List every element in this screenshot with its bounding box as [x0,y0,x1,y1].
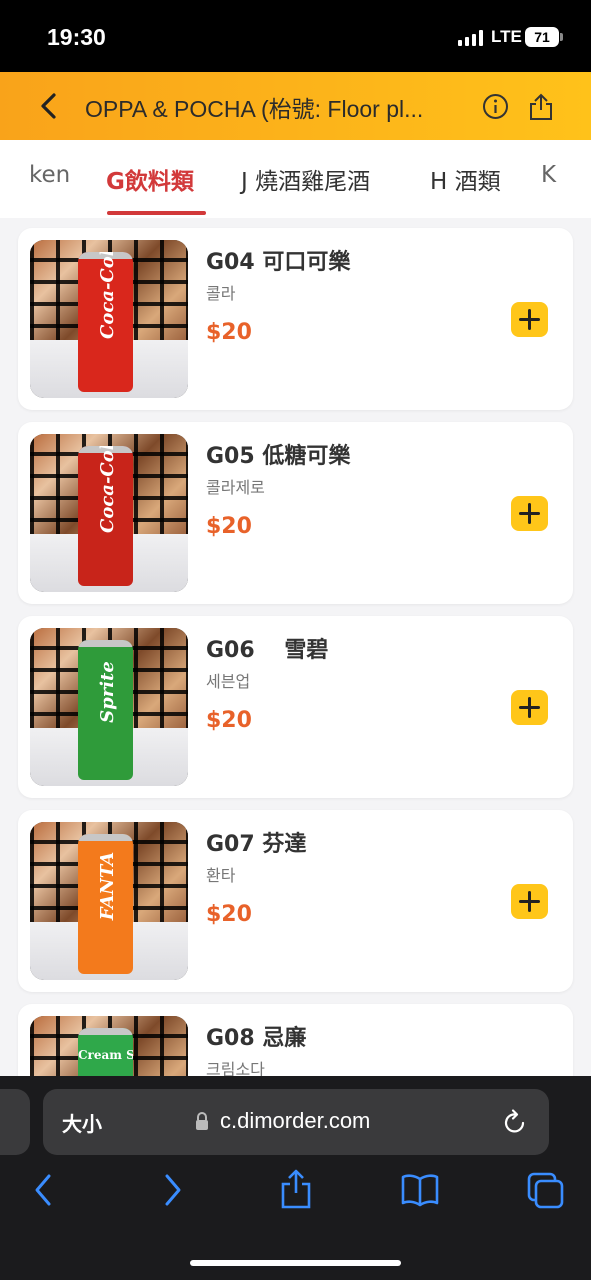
add-button[interactable] [511,884,548,919]
item-subtitle: 콜라 [206,284,236,303]
item-image: FANTA [30,822,188,980]
item-price: $20 [206,514,252,539]
item-subtitle: 환타 [206,866,236,885]
previous-tab-preview[interactable] [0,1089,30,1155]
address-bar[interactable]: 大小 c.dimorder.com [43,1089,549,1155]
can-image: Coca-Cola [78,252,133,392]
tab-alcohol[interactable]: H 酒類 [430,162,501,196]
lock-icon [196,1112,208,1130]
network-label: LTE [491,27,522,46]
add-button[interactable] [511,302,548,337]
item-image: Sprite [30,628,188,786]
item-image: Coca-Cola [30,434,188,592]
can-image: Cream Soda [78,1028,133,1076]
tab-drinks[interactable]: G飲料類 [106,162,194,196]
text-size-button[interactable]: 大小 [62,1108,102,1137]
browser-toolbar: 大小 c.dimorder.com [0,1076,591,1280]
status-time: 19:30 [47,24,106,50]
status-bar: 19:30 LTE 71 [0,0,591,72]
active-tab-indicator [107,211,206,215]
url-domain: c.dimorder.com [220,1108,371,1133]
browser-nav-row [0,1169,591,1218]
page-title: OPPA & POCHA (枱號: Floor pl... [85,96,424,122]
share-sheet-icon[interactable] [279,1168,313,1210]
reload-icon[interactable] [502,1108,528,1136]
item-subtitle: 크림소다 [206,1060,265,1076]
menu-list: Coca-Cola G04 可口可樂 콜라 $20 Coca-Cola G05 … [0,218,591,1076]
share-icon[interactable] [527,90,555,122]
menu-item-card[interactable]: Coca-Cola G05 低糖可樂 콜라제로 $20 [18,422,573,604]
tab-k[interactable]: K [541,162,556,188]
nav-forward-icon[interactable] [160,1172,184,1208]
can-image: Sprite [78,640,133,780]
tab-chicken[interactable]: ken [29,162,70,188]
nav-back-icon[interactable] [32,1172,56,1208]
menu-item-card[interactable]: Coca-Cola G04 可口可樂 콜라 $20 [18,228,573,410]
home-indicator [190,1260,401,1266]
item-name: G08 忌廉 [206,1026,307,1051]
info-icon[interactable] [482,93,509,120]
signal-icon [458,30,484,46]
battery-tip [560,33,563,41]
menu-item-card[interactable]: Sprite G06 雪碧 세븐업 $20 [18,616,573,798]
item-subtitle: 콜라제로 [206,478,265,497]
category-tabs: ken G飲料類 J 燒酒雞尾酒 H 酒類 K [0,140,591,218]
item-name: G04 可口可樂 [206,250,351,275]
battery-icon: 71 [525,27,559,47]
item-price: $20 [206,708,252,733]
item-price: $20 [206,902,252,927]
item-price: $20 [206,320,252,345]
can-image: FANTA [78,834,133,974]
item-name: G05 低糖可樂 [206,444,351,469]
tab-soju-cocktails[interactable]: J 燒酒雞尾酒 [241,162,370,196]
bookmarks-icon[interactable] [400,1172,440,1208]
add-button[interactable] [511,690,548,725]
can-image: Coca-Cola [78,446,133,586]
menu-item-card[interactable]: FANTA G07 芬達 환타 $20 [18,810,573,992]
app-header: OPPA & POCHA (枱號: Floor pl... [0,72,591,140]
menu-item-card[interactable]: Cream Soda G08 忌廉 크림소다 [18,1004,573,1076]
item-name: G06 雪碧 [206,638,329,663]
add-button[interactable] [511,496,548,531]
item-name: G07 芬達 [206,832,307,857]
item-subtitle: 세븐업 [206,672,251,691]
item-image: Coca-Cola [30,240,188,398]
item-image: Cream Soda [30,1016,188,1076]
tabs-icon[interactable] [527,1172,565,1210]
back-icon[interactable] [34,90,64,122]
